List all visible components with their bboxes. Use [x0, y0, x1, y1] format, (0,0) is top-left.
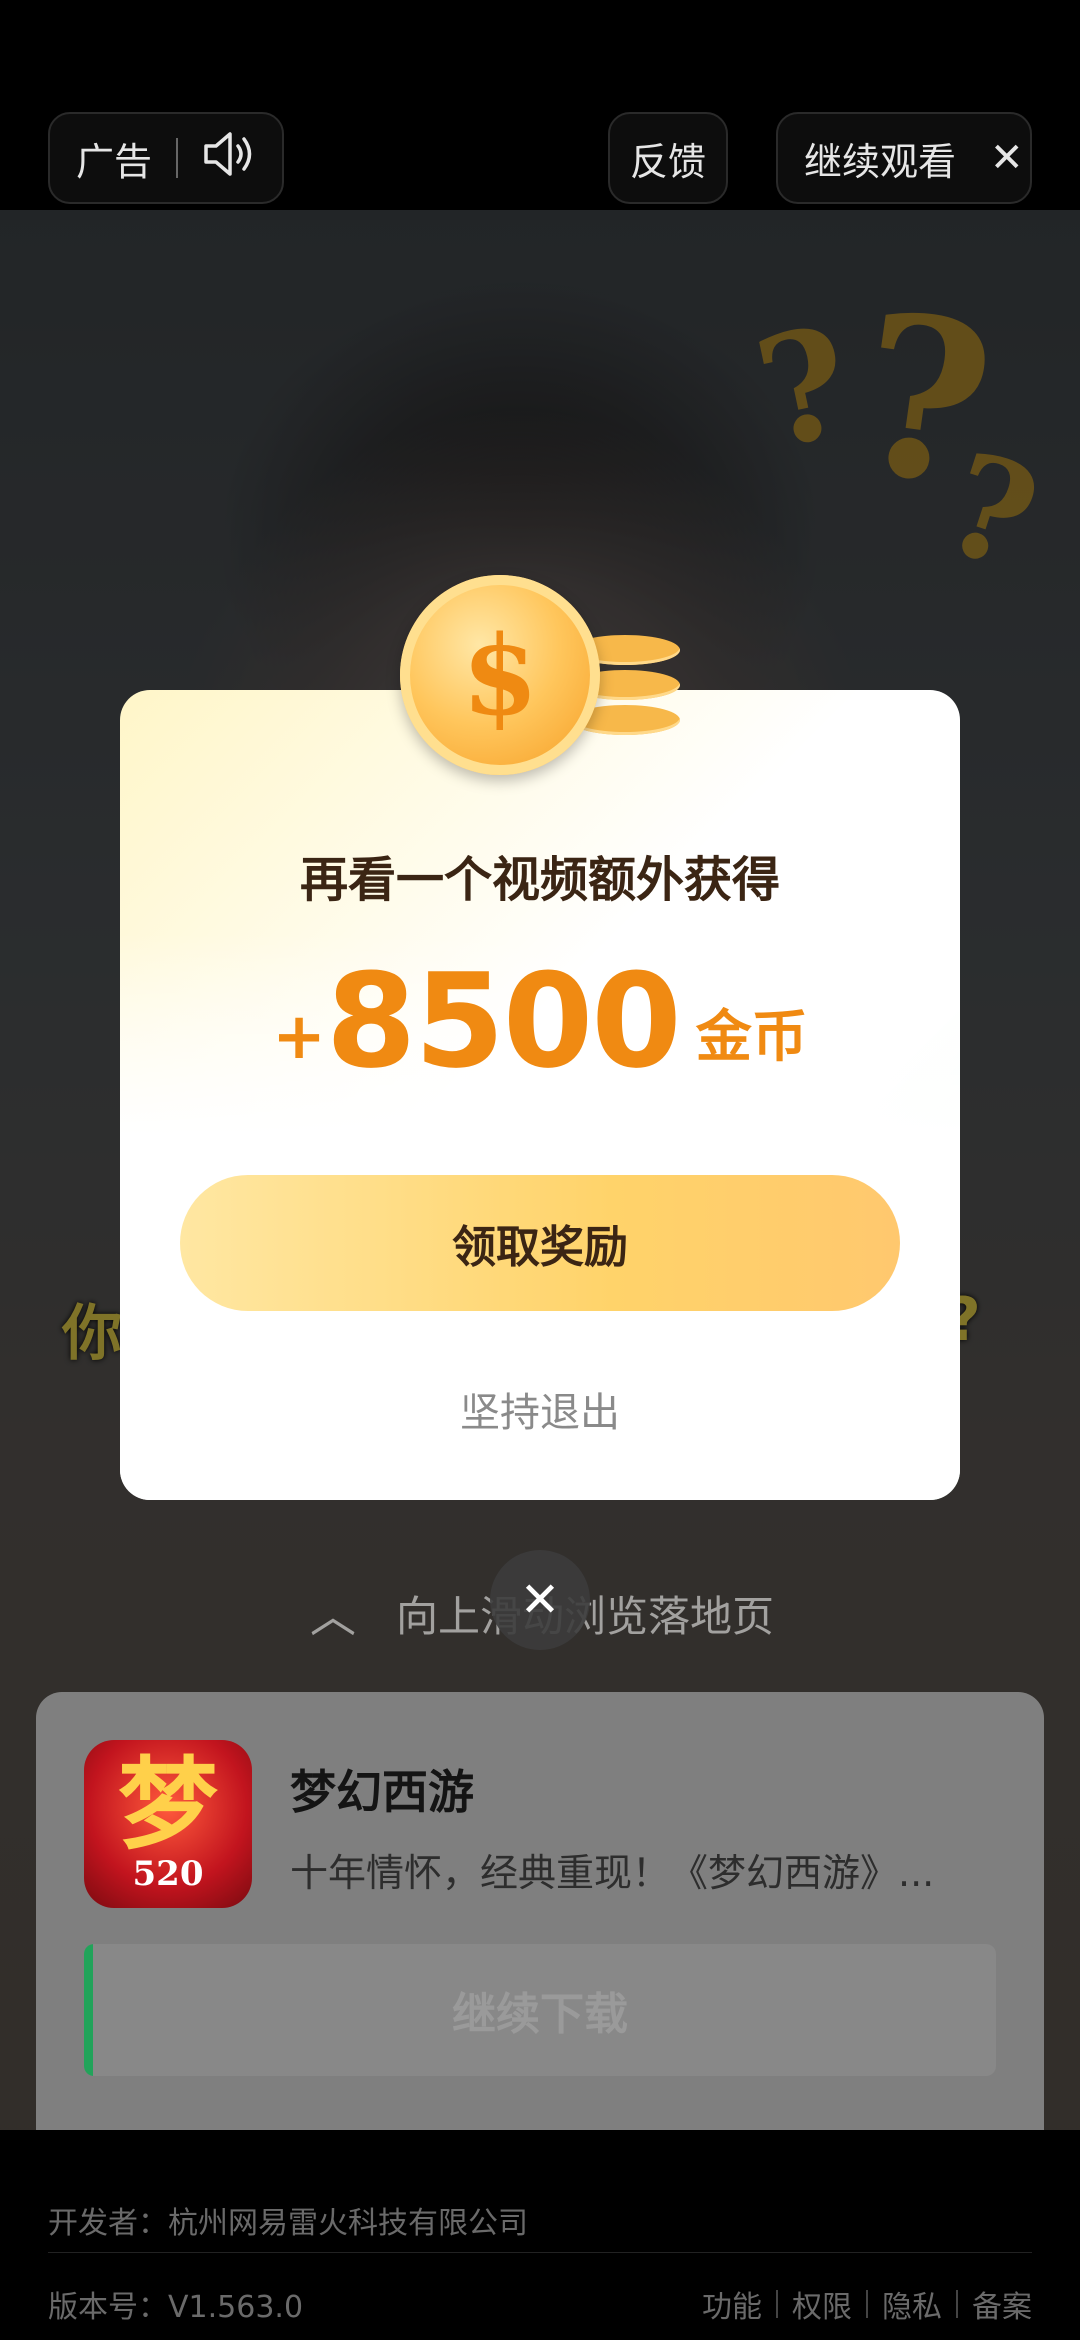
download-button[interactable]: 继续下载	[84, 1944, 996, 2076]
footer-link-privacy[interactable]: 隐私	[868, 2282, 956, 2326]
footer-link-features[interactable]: 功能	[688, 2282, 776, 2326]
app-icon-glyph: 梦	[118, 1745, 218, 1863]
reward-value: 8500	[325, 945, 682, 1097]
coin-face: $	[400, 575, 600, 775]
download-progress-bar	[84, 1944, 94, 2076]
footer: 开发者：杭州网易雷火科技有限公司 版本号：V1.563.0 功能 权限 隐私 备…	[0, 2130, 1080, 2340]
divider	[176, 138, 179, 178]
ad-sound-pill: 广告	[48, 112, 284, 204]
feedback-button[interactable]: 反馈	[608, 112, 728, 204]
speaker-icon[interactable]	[202, 130, 258, 187]
app-name: 梦幻西游	[290, 1765, 474, 1819]
close-icon[interactable]: ✕	[990, 135, 1024, 181]
coin-icon: $	[400, 575, 690, 775]
top-bar: 广告 反馈 继续观看 ✕	[0, 0, 1080, 210]
reward-dialog: 再看一个视频额外获得 +8500 金币 领取奖励 坚持退出	[120, 690, 960, 1500]
app-icon-number: 520	[132, 1854, 204, 1894]
footer-link-permissions[interactable]: 权限	[778, 2282, 866, 2326]
download-label: 继续下载	[452, 1989, 628, 2040]
app-description: 十年情怀，经典重现！《梦幻西游》...	[290, 1851, 935, 1895]
continue-watching-button[interactable]: 继续观看 ✕	[776, 112, 1032, 204]
dialog-title: 再看一个视频额外获得	[299, 852, 780, 908]
reward-plus: +	[272, 1000, 326, 1074]
app-icon[interactable]: 梦 520	[84, 1740, 252, 1908]
reward-unit: 金币	[695, 1005, 808, 1070]
ad-label: 广告	[76, 139, 153, 184]
quit-button[interactable]: 坚持退出	[120, 1380, 960, 1438]
footer-divider	[48, 2252, 1032, 2253]
feedback-label: 反馈	[629, 139, 706, 184]
claim-reward-button[interactable]: 领取奖励	[180, 1175, 900, 1311]
app-card[interactable]: 梦 520 梦幻西游 十年情怀，经典重现！《梦幻西游》... 继续下载	[36, 1692, 1044, 2130]
claim-reward-label: 领取奖励	[452, 1222, 628, 1273]
version-info: 版本号：V1.563.0	[48, 2290, 304, 2325]
close-dialog-button[interactable]: ✕	[490, 1550, 590, 1650]
footer-links: 功能 权限 隐私 备案	[688, 2282, 1032, 2326]
continue-label: 继续观看	[804, 139, 957, 184]
close-icon: ✕	[519, 1572, 561, 1628]
footer-link-filing[interactable]: 备案	[958, 2282, 1032, 2326]
developer-info: 开发者：杭州网易雷火科技有限公司	[48, 2206, 528, 2241]
chevron-up-icon: ︿	[310, 1589, 356, 1643]
reward-amount: +8500 金币	[120, 945, 960, 1097]
